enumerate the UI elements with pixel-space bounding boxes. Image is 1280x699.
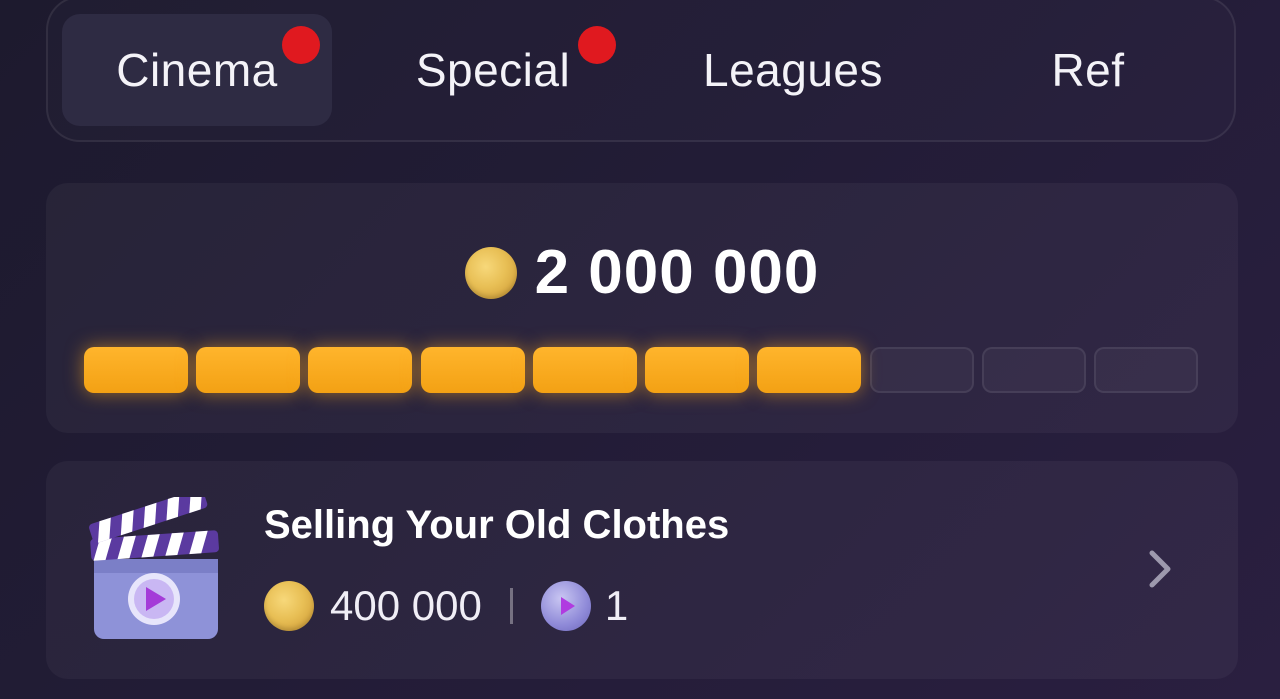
task-card[interactable]: Selling Your Old Clothes 400 000 1 [46,461,1238,679]
progress-bar [84,347,1198,393]
divider [509,588,513,624]
progress-segment-empty [869,347,974,393]
coin-icon [264,581,314,631]
progress-segment-filled [645,347,750,393]
play-icon [560,597,575,615]
reward-amount: 2 000 000 [534,238,820,307]
task-title: Selling Your Old Clothes [264,503,730,547]
reward-progress-card: 2 000 000 [46,183,1238,433]
coin-icon [464,246,517,299]
task-rewards: 400 000 1 [264,581,628,631]
task-ticket-count: 1 [604,582,629,629]
progress-segment-filled [420,347,525,393]
tab-cinema-label: Cinema [116,44,278,96]
tab-ref-label: Ref [1051,44,1125,96]
notification-dot [282,26,320,64]
tab-cinema[interactable]: Cinema [62,14,332,126]
tab-leagues-label: Leagues [703,44,883,96]
reward-row: 2 000 000 [46,237,1238,308]
progress-segment-filled [308,347,413,393]
progress-segment-filled [532,347,637,393]
task-coin-reward: 400 000 [330,582,482,629]
progress-segment-filled [757,347,862,393]
progress-segment-empty [981,347,1086,393]
notification-dot [578,26,616,64]
tab-special-label: Special [415,44,571,96]
progress-segment-filled [196,347,301,393]
tab-bar: Cinema Special Leagues Ref [46,0,1236,142]
clapperboard-icon [89,497,219,639]
tab-ref[interactable]: Ref [948,14,1228,126]
chevron-right-icon[interactable] [1138,547,1182,591]
tab-special[interactable]: Special [348,14,638,126]
progress-segment-empty [1094,347,1198,393]
ticket-icon [540,581,591,631]
tab-leagues[interactable]: Leagues [648,14,938,126]
progress-segment-filled [84,347,188,393]
